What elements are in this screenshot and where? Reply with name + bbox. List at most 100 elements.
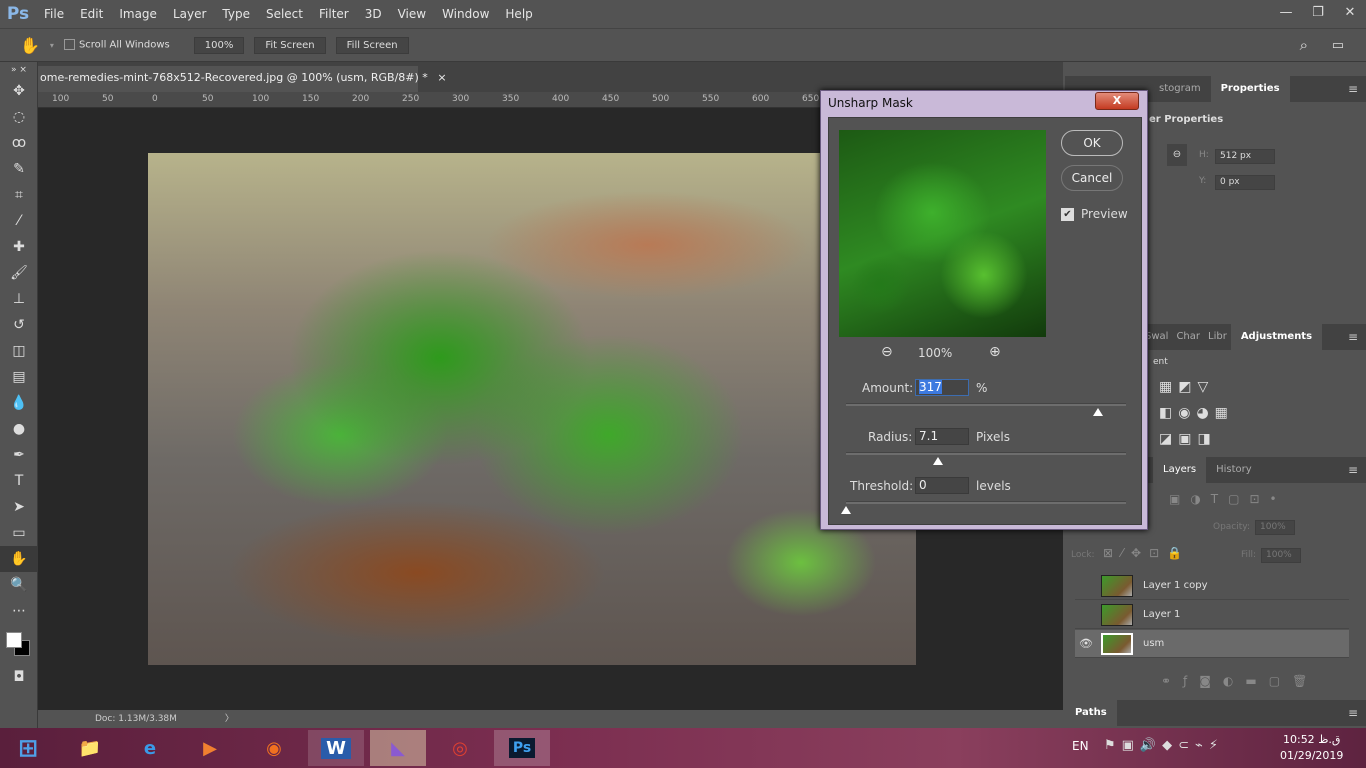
lasso-tool-icon[interactable]: ꝏ (0, 130, 38, 156)
collapse-icon[interactable]: » × (0, 62, 38, 78)
color-swatches[interactable] (0, 624, 37, 664)
cancel-button[interactable]: Cancel (1061, 165, 1123, 191)
menu-filter[interactable]: Filter (311, 7, 357, 21)
tab-histogram[interactable]: stogram (1149, 76, 1211, 102)
menu-select[interactable]: Select (258, 7, 311, 21)
preview-checkbox[interactable]: ✔ Preview (1061, 207, 1128, 221)
radius-slider-thumb[interactable] (933, 457, 944, 465)
zoom-in-icon[interactable]: ⊕ (989, 344, 1001, 360)
close-button[interactable]: ✕ (1334, 0, 1366, 26)
photoshop-taskbar-icon[interactable]: Ps (494, 730, 550, 766)
radius-slider[interactable] (846, 452, 1126, 455)
brush-tool-icon[interactable]: 🖌 (0, 260, 38, 286)
minimize-button[interactable]: — (1270, 0, 1302, 26)
blur-tool-icon[interactable]: 💧 (0, 390, 38, 416)
mint-photo[interactable] (148, 153, 916, 665)
menu-file[interactable]: File (36, 7, 72, 21)
system-tray-icons[interactable]: ⚑▣🔊◆⊂⌁⚡ (1104, 738, 1224, 753)
hand-tool-icon[interactable]: ✋ (20, 36, 40, 55)
adjustment-icons[interactable]: ▦◩▽ ◧◉◕▦ ◪▣◨ (1159, 374, 1234, 452)
tab-adjustments[interactable]: Adjustments (1230, 324, 1323, 350)
menu-type[interactable]: Type (214, 7, 258, 21)
gradient-tool-icon[interactable]: ▤ (0, 364, 38, 390)
amount-slider[interactable] (846, 403, 1126, 406)
zoom-tool-icon[interactable]: 🔍 (0, 572, 38, 598)
crop-tool-icon[interactable]: ⌗ (0, 182, 38, 208)
foreground-color[interactable] (6, 632, 22, 648)
path-select-tool-icon[interactable]: ➤ (0, 494, 38, 520)
fill-field[interactable]: 100% (1261, 548, 1301, 563)
threshold-slider[interactable] (846, 501, 1126, 504)
search-icon[interactable]: ⌕ (1300, 36, 1308, 54)
document-tab[interactable]: ome-remedies-mint-768x512-Recovered.jpg … (38, 66, 447, 92)
chrome-icon[interactable]: ◎ (432, 730, 488, 766)
quick-select-tool-icon[interactable]: ✎ (0, 156, 38, 182)
zoom-out-icon[interactable]: ⊖ (881, 344, 893, 360)
start-button-icon[interactable]: ⊞ (0, 730, 56, 766)
tab-paths[interactable]: Paths (1065, 700, 1117, 726)
healing-tool-icon[interactable]: ✚ (0, 234, 38, 260)
tab-layers[interactable]: Layers (1153, 457, 1207, 483)
move-tool-icon[interactable]: ✥ (0, 78, 38, 104)
panel-menu-icon[interactable]: ≡ (1348, 463, 1358, 477)
opacity-field[interactable]: 100% (1255, 520, 1295, 535)
scroll-all-windows-checkbox[interactable]: Scroll All Windows (63, 39, 170, 51)
eyedropper-tool-icon[interactable]: ⁄ (0, 208, 38, 234)
clock[interactable]: 10:52 ق.ظ 01/29/2019 (1280, 732, 1343, 764)
close-tab-icon[interactable]: × (437, 71, 446, 84)
file-explorer-icon[interactable]: 📁 (62, 730, 118, 766)
pen-tool-icon[interactable]: ✒ (0, 442, 38, 468)
height-field[interactable]: 512 px (1215, 149, 1275, 164)
dialog-close-button[interactable]: X (1095, 92, 1139, 110)
history-brush-icon[interactable]: ↺ (0, 312, 38, 338)
panel-menu-icon[interactable]: ≡ (1348, 82, 1358, 96)
more-tools-icon[interactable]: ⋯ (0, 598, 38, 624)
tab-libraries[interactable]: Libr (1204, 324, 1231, 350)
tab-character[interactable]: Char (1172, 324, 1204, 350)
dodge-tool-icon[interactable]: ● (0, 416, 38, 442)
layer-action-icons[interactable]: ⚭ƒ◙◐▬▢🗑 (1161, 674, 1319, 688)
ok-button[interactable]: OK (1061, 130, 1123, 156)
word-icon[interactable]: W (308, 730, 364, 766)
internet-explorer-icon[interactable]: e (122, 730, 178, 766)
lock-icons[interactable]: ⊠⁄✥⊡🔒 (1103, 546, 1190, 560)
tab-history[interactable]: History (1206, 457, 1262, 483)
panel-menu-icon[interactable]: ≡ (1348, 706, 1358, 720)
tab-properties[interactable]: Properties (1210, 76, 1290, 102)
zoom-100-button[interactable]: 100% (193, 36, 245, 54)
language-indicator[interactable]: EN (1072, 739, 1089, 753)
menu-3d[interactable]: 3D (357, 7, 390, 21)
hand-tool-icon[interactable]: ✋ (0, 546, 38, 572)
filter-preview[interactable] (839, 130, 1046, 337)
layer-filter-icons[interactable]: ▣◑T▢⊡• (1169, 492, 1287, 506)
menu-edit[interactable]: Edit (72, 7, 111, 21)
link-icon[interactable]: ⊖ (1167, 144, 1187, 166)
stamp-tool-icon[interactable]: ⊥ (0, 286, 38, 312)
fill-screen-button[interactable]: Fill Screen (335, 36, 409, 54)
layer-row-selected[interactable]: 👁 usm (1075, 630, 1349, 658)
marquee-tool-icon[interactable]: ◌ (0, 104, 38, 130)
quick-mask-icon[interactable]: ◘ (0, 664, 38, 690)
panel-menu-icon[interactable]: ≡ (1348, 330, 1358, 344)
type-tool-icon[interactable]: T (0, 468, 38, 494)
workspace-icon[interactable]: ▭ (1332, 38, 1344, 53)
threshold-slider-thumb[interactable] (841, 506, 851, 514)
chevron-down-icon[interactable]: ▾ (50, 41, 54, 50)
menu-layer[interactable]: Layer (165, 7, 214, 21)
eye-icon[interactable]: 👁 (1075, 637, 1097, 650)
radius-input[interactable]: 7.1 (915, 428, 969, 445)
media-player-icon[interactable]: ▶ (182, 730, 238, 766)
layer-row[interactable]: Layer 1 (1075, 601, 1349, 629)
checkbox-checked-icon[interactable]: ✔ (1061, 207, 1074, 221)
amount-input[interactable]: 317 (915, 379, 969, 396)
y-field[interactable]: 0 px (1215, 175, 1275, 190)
menu-window[interactable]: Window (434, 7, 497, 21)
layer-row[interactable]: Layer 1 copy (1075, 572, 1349, 600)
firefox-icon[interactable]: ◉ (246, 730, 302, 766)
amount-slider-thumb[interactable] (1093, 408, 1103, 416)
fit-screen-button[interactable]: Fit Screen (254, 36, 326, 54)
visual-studio-icon[interactable]: ◣ (370, 730, 426, 766)
threshold-input[interactable]: 0 (915, 477, 969, 494)
restore-button[interactable]: ❐ (1302, 0, 1334, 26)
menu-help[interactable]: Help (497, 7, 540, 21)
